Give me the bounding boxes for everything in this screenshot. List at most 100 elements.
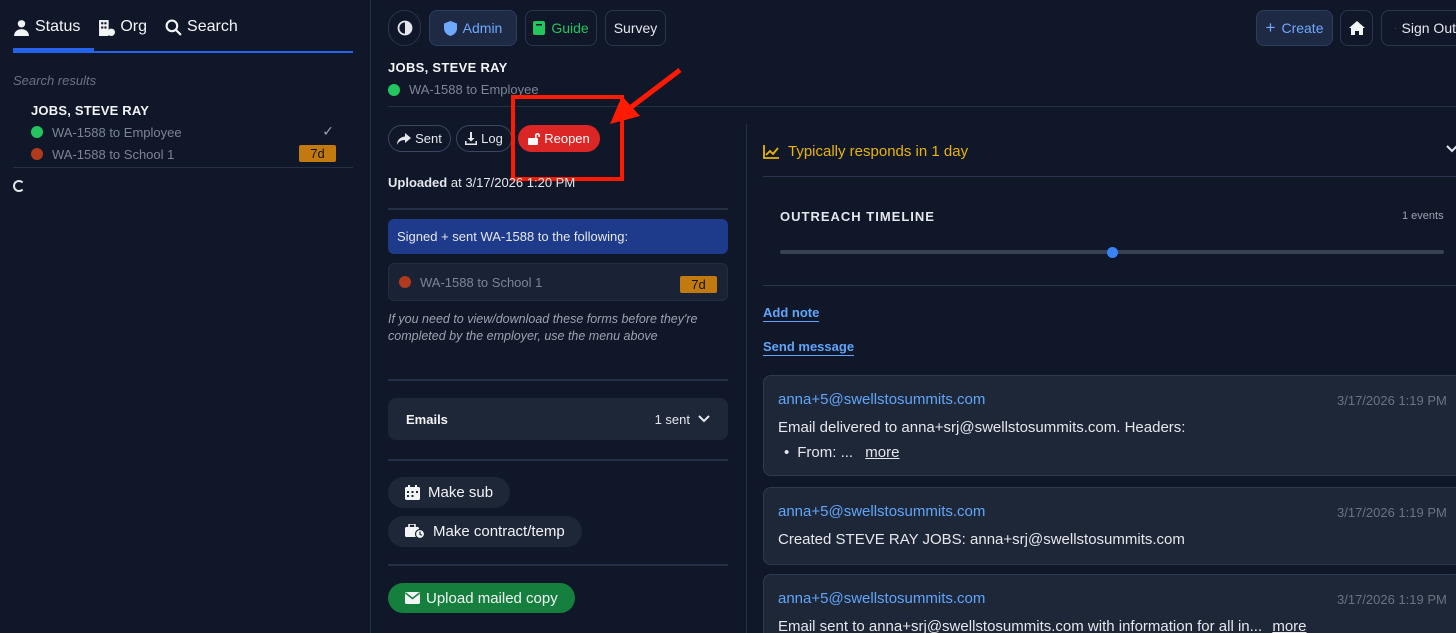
signed-banner: Signed + sent WA-1588 to the following: [388,219,728,254]
nav-search-label: Search [187,18,238,35]
timeline-count: 1 events [1402,210,1444,222]
message-date: 3/17/2026 1:19 PM [1337,393,1447,408]
emails-accordion[interactable]: Emails 1 sent [388,398,728,440]
guide-label: Guide [551,20,589,36]
age-badge: 7d [680,276,717,293]
section-divider [388,208,728,210]
timeline-title: OUTREACH TIMELINE [780,209,935,224]
create-button[interactable]: + Create [1256,10,1333,46]
building-icon [99,19,116,36]
upload-mailed-label: Upload mailed copy [426,589,558,607]
survey-label: Survey [613,20,658,36]
contrast-icon [397,20,412,36]
theme-toggle-button[interactable] [388,10,421,46]
make-sub-label: Make sub [428,484,494,501]
more-link[interactable]: more [1272,618,1306,633]
door-icon [1395,27,1396,29]
sign-out-label: Sign Out [1401,20,1456,36]
nav-search[interactable]: Search [165,18,238,36]
upload-mailed-copy-button[interactable]: Upload mailed copy [388,583,575,613]
right-divider [763,285,1456,286]
message-date: 3/17/2026 1:19 PM [1337,505,1447,520]
signed-form-label: WA-1588 to School 1 [420,274,543,290]
emails-label: Emails [406,411,448,427]
section-divider [388,379,728,381]
message-body-text: Email sent to anna+srj@swellstosummits.c… [778,618,1263,633]
nav-org[interactable]: Org [98,18,147,36]
message-sender[interactable]: anna+5@swellstosummits.com [778,590,985,607]
unlock-icon [528,133,541,145]
response-time-indicator: Typically responds in 1 day [763,143,968,160]
sidebar-divider [13,167,353,168]
result-form-school[interactable]: WA-1588 to School 1 7d [31,145,336,163]
result-form-label: WA-1588 to School 1 [52,146,175,162]
survey-button[interactable]: Survey [605,10,666,46]
shield-icon [443,20,457,36]
home-icon [1348,21,1365,35]
loading-spinner-icon [13,180,25,192]
person-icon [14,19,29,36]
admin-button[interactable]: Admin [429,10,517,46]
sign-out-button[interactable]: Sign Out [1381,10,1456,46]
message-body: Email sent to anna+srj@swellstosummits.c… [778,618,1307,633]
sidebar-nav: Status Org Search [13,18,238,36]
make-sub-button[interactable]: Make sub [388,477,511,508]
header-divider [388,106,1456,107]
send-message-link[interactable]: Send message [763,339,855,356]
envelope-icon [405,592,420,604]
make-contract-button[interactable]: Make contract/temp [388,516,582,547]
make-contract-label: Make contract/temp [433,523,565,540]
page-subtitle-label: WA-1588 to Employee [409,82,539,97]
book-icon [533,21,546,35]
right-divider [763,176,1456,177]
message-bullet: • From: ... more [784,444,900,461]
briefcase-clock-icon [405,524,425,539]
admin-label: Admin [462,20,503,36]
status-dot-red [31,148,43,160]
sidebar: Status Org Search Search results JOBS, S… [0,0,371,633]
message-body: Email delivered to anna+srj@swellstosumm… [778,419,1186,436]
message-card: anna+5@swellstosummits.com 3/17/2026 1:1… [763,487,1456,565]
nav-org-label: Org [120,18,148,35]
sent-button[interactable]: Sent [388,125,451,152]
add-note-link[interactable]: Add note [763,305,820,322]
message-sender[interactable]: anna+5@swellstosummits.com [778,391,985,408]
chevron-down-icon[interactable] [1446,145,1456,153]
message-body: Created STEVE RAY JOBS: anna+srj@swellst… [778,531,1185,548]
column-divider [746,124,747,633]
section-divider [388,459,728,461]
uploaded-date: at 3/17/2026 1:20 PM [450,175,576,190]
status-dot-green [31,126,43,138]
home-button[interactable] [1340,10,1373,46]
message-bullet-text: From: ... [797,444,854,461]
status-dot-red [399,276,411,288]
log-button[interactable]: Log [456,125,512,152]
timeline-event-marker[interactable] [1106,247,1118,258]
view-forms-hint: If you need to view/download these forms… [388,312,698,343]
annotation-arrow-icon [610,68,682,124]
chart-line-icon [763,144,779,159]
result-form-employee[interactable]: WA-1588 to Employee ✓ [31,123,336,141]
nav-active-indicator [13,48,94,53]
download-icon [465,132,478,145]
reopen-button[interactable]: Reopen [518,125,600,152]
message-card: anna+5@swellstosummits.com 3/17/2026 1:1… [763,375,1456,476]
more-link[interactable]: more [865,444,899,461]
sent-label: Sent [415,131,442,146]
section-divider [388,564,728,566]
message-date: 3/17/2026 1:19 PM [1337,592,1447,607]
page-title: JOBS, STEVE RAY [388,60,508,75]
signed-form-card[interactable]: WA-1588 to School 1 7d [388,263,728,301]
nav-status[interactable]: Status [13,18,80,36]
guide-button[interactable]: Guide [525,10,597,46]
result-name[interactable]: JOBS, STEVE RAY [31,103,149,118]
result-form-label: WA-1588 to Employee [52,124,182,140]
log-label: Log [481,131,503,146]
uploaded-timestamp: Uploaded at 3/17/2026 1:20 PM [388,175,575,190]
create-label: Create [1281,20,1324,36]
message-sender[interactable]: anna+5@swellstosummits.com [778,503,985,520]
reopen-label: Reopen [544,131,590,146]
chevron-down-icon [698,415,710,423]
plus-icon: + [1265,18,1276,37]
check-icon: ✓ [322,123,334,139]
